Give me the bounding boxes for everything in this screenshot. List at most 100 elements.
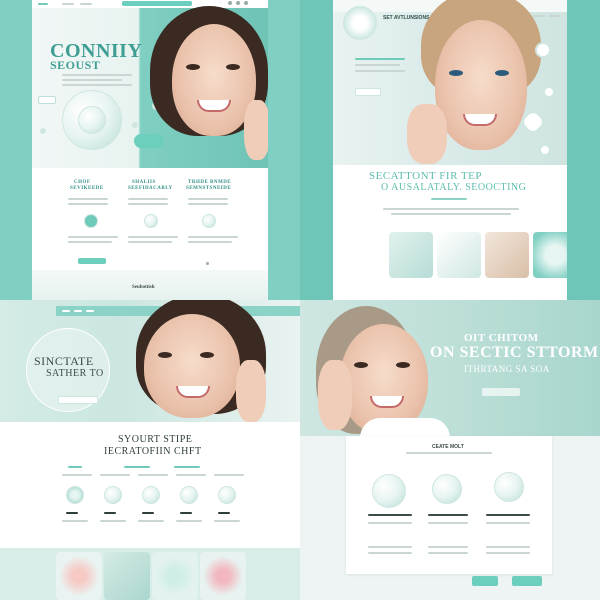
panel-top-right: SET AVTLUNSIONS SECATTONT FIR TEP O AUSA… bbox=[300, 0, 600, 300]
model-hand bbox=[244, 100, 268, 160]
hero-text-line bbox=[62, 74, 132, 76]
product-thumbnail[interactable] bbox=[389, 232, 433, 278]
card-button[interactable] bbox=[472, 576, 498, 586]
product-text-line bbox=[486, 552, 530, 554]
section-subheading: IECRATOFIIN CHFT bbox=[104, 446, 202, 457]
feature-icon bbox=[142, 486, 160, 504]
hero-cta-button[interactable] bbox=[134, 134, 164, 148]
content-card: CEATE MOLT bbox=[346, 436, 552, 574]
card-text-line bbox=[128, 203, 168, 205]
nav-item[interactable] bbox=[80, 3, 92, 5]
feature-label bbox=[142, 512, 154, 514]
panel-top-left: CONNIIY SEOUST CHOF SEVIKEEDE SHALIIS SE… bbox=[0, 0, 300, 300]
section-subheading: O AUSALATALY. SEOOCTING bbox=[381, 182, 527, 193]
feature-label bbox=[218, 512, 230, 514]
hero-text-line bbox=[62, 79, 122, 81]
section-heading: SYOURT STIPE bbox=[118, 434, 193, 445]
nav-item[interactable] bbox=[62, 310, 70, 312]
social-icon[interactable] bbox=[244, 1, 248, 5]
card-button[interactable] bbox=[512, 576, 542, 586]
card-text-line bbox=[128, 241, 172, 243]
feature-icon bbox=[104, 486, 122, 504]
model-eye bbox=[495, 70, 509, 76]
model-eye bbox=[158, 352, 172, 358]
feature-label bbox=[66, 512, 78, 514]
hero-button[interactable] bbox=[355, 88, 381, 96]
card-text-line bbox=[406, 452, 492, 454]
product-text-line bbox=[368, 546, 412, 548]
hero-secondary-button[interactable] bbox=[38, 96, 56, 104]
product-text-line bbox=[368, 552, 412, 554]
nav-cta-button[interactable] bbox=[122, 1, 192, 6]
card-subtitle: SEEFIDACABLY bbox=[128, 186, 173, 191]
card-subtitle: SEVIKEEDE bbox=[70, 186, 104, 191]
nav-item[interactable] bbox=[62, 3, 74, 5]
website-mockup-2: SET AVTLUNSIONS SECATTONT FIR TEP O AUSA… bbox=[333, 0, 567, 300]
hero-button[interactable] bbox=[58, 396, 98, 404]
card-text-line bbox=[188, 236, 238, 238]
card-button[interactable] bbox=[78, 258, 106, 264]
gallery-thumbnail[interactable] bbox=[104, 552, 150, 600]
footer-text: Seubottish bbox=[132, 285, 155, 290]
feature-icon bbox=[66, 486, 84, 504]
model-hand bbox=[318, 360, 352, 430]
social-icon[interactable] bbox=[236, 1, 240, 5]
nav-item[interactable] bbox=[74, 310, 82, 312]
dot-icon bbox=[206, 262, 209, 265]
hero-text-line bbox=[62, 84, 132, 86]
bubble-icon bbox=[40, 128, 46, 134]
card-text-line bbox=[188, 198, 228, 200]
gallery-thumbnail[interactable] bbox=[200, 552, 246, 600]
hero-text-line bbox=[355, 70, 405, 72]
card-title: CHOF bbox=[74, 180, 91, 185]
product-jar-lid-icon bbox=[78, 106, 106, 134]
nav-logo bbox=[38, 3, 48, 5]
product-thumbnail[interactable] bbox=[485, 232, 529, 278]
section-text-line bbox=[431, 198, 467, 200]
nav-item[interactable] bbox=[533, 15, 545, 17]
column-title bbox=[174, 466, 200, 468]
product-text-line bbox=[428, 546, 468, 548]
model-eye bbox=[396, 362, 410, 368]
product-thumbnail[interactable] bbox=[437, 232, 481, 278]
product-text-line bbox=[428, 552, 468, 554]
bubble-icon bbox=[132, 122, 138, 128]
hero-headline-line2: SATHER TO bbox=[46, 368, 104, 379]
column-text-line bbox=[138, 474, 168, 476]
logo-icon bbox=[343, 6, 377, 40]
column-text-line bbox=[214, 474, 244, 476]
model-eye bbox=[354, 362, 368, 368]
column-text-line bbox=[100, 474, 130, 476]
product-text-line bbox=[486, 546, 530, 548]
hero-text-line bbox=[355, 64, 400, 66]
product-icon bbox=[494, 472, 524, 502]
feature-text-line bbox=[62, 520, 88, 522]
product-text-line bbox=[428, 522, 468, 524]
card-title: SHALIIS bbox=[132, 180, 156, 185]
model-eye bbox=[449, 70, 463, 76]
hero-button[interactable] bbox=[482, 388, 520, 396]
card-text-line bbox=[128, 198, 168, 200]
product-text-line bbox=[368, 522, 412, 524]
product-icon bbox=[372, 474, 406, 508]
nav-item[interactable] bbox=[86, 310, 94, 312]
card-text-line bbox=[188, 203, 228, 205]
nav-item[interactable] bbox=[549, 15, 561, 17]
gallery-thumbnail[interactable] bbox=[56, 552, 102, 600]
hero-headline-line1: SINCTATE bbox=[34, 354, 94, 368]
column-text-line bbox=[176, 474, 206, 476]
column-text-line bbox=[62, 474, 92, 476]
section-text-line bbox=[391, 213, 511, 215]
card-text-line bbox=[68, 236, 118, 238]
column-title bbox=[124, 466, 150, 468]
gallery-thumbnail[interactable] bbox=[152, 552, 198, 600]
model-eye bbox=[226, 64, 240, 70]
feature-icon bbox=[218, 486, 236, 504]
card-text-line bbox=[128, 236, 178, 238]
product-thumbnail[interactable] bbox=[533, 232, 567, 278]
model-face bbox=[435, 20, 527, 150]
product-label bbox=[486, 514, 530, 516]
panel-bottom-left: SINCTATE SATHER TO SYOURT STIPE IECRATOF… bbox=[0, 300, 300, 600]
social-icon[interactable] bbox=[228, 1, 232, 5]
card-icon bbox=[84, 214, 98, 228]
